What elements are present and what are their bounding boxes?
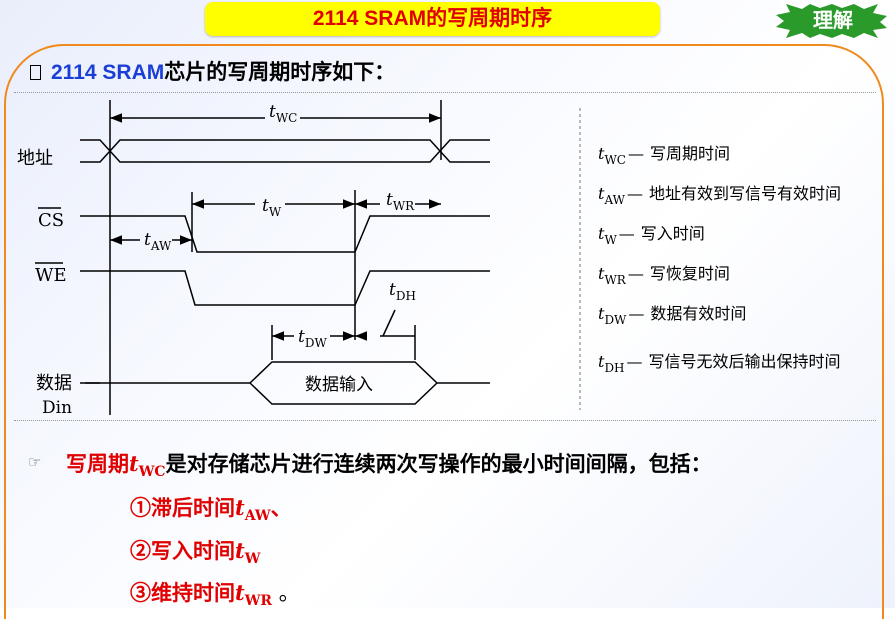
label-tdh: tDH [389, 280, 416, 303]
legend-row: tWR — 写恢复时间 [598, 260, 730, 287]
summary-subscript: WC [138, 464, 166, 480]
summary-line: 写周期tWC是对存储芯片进行连续两次写操作的最小时间间隔，包括： [66, 448, 712, 480]
we-waveform [80, 270, 490, 306]
legend-dash: — [627, 144, 644, 163]
data-upper [80, 361, 490, 384]
label-address: 地址 [17, 148, 53, 169]
legend-subscript: DW [604, 313, 627, 327]
label-data: 数据 [36, 373, 72, 394]
label-twc: tWC [269, 102, 297, 125]
summary-item-3: ③维持时间tWR 。 [130, 577, 300, 609]
label-twr: tWR [386, 190, 415, 213]
label-tw: tW [262, 196, 282, 219]
legend-subscript: DH [604, 361, 625, 375]
legend-row: tDW — 数据有效时间 [598, 300, 746, 327]
item-2-text: ②写入时间 [130, 538, 235, 563]
legend-description: 数据有效时间 [650, 304, 747, 323]
legend-description: 写恢复时间 [649, 264, 730, 283]
legend-dash: — [628, 304, 645, 323]
legend-subscript: WR [604, 273, 626, 287]
item-2-symbol: t [235, 538, 245, 563]
item-3-text: ③维持时间 [130, 580, 235, 605]
legend-dash: — [626, 184, 643, 203]
address-lower [80, 139, 490, 163]
item-3-symbol: t [235, 580, 245, 605]
label-din: Din [42, 398, 72, 418]
item-1-symbol: t [235, 495, 245, 520]
summary-item-2: ②写入时间tW [130, 535, 260, 567]
item-1-subscript: AW [244, 508, 271, 524]
item-1-suffix: 、 [270, 495, 292, 520]
legend-row: tDH — 写信号无效后输出保持时间 [598, 348, 841, 375]
legend-subscript: W [604, 233, 617, 247]
legend-dash: — [618, 224, 635, 243]
legend-row: tWC — 写周期时间 [598, 140, 730, 167]
legend-dash: — [627, 264, 644, 283]
legend-description: 写入时间 [640, 224, 705, 243]
summary-rest: 是对存储芯片进行连续两次写操作的最小时间间隔，包括： [165, 451, 712, 476]
pointing-hand-icon: ☞ [28, 453, 42, 471]
item-3-subscript: WR [244, 593, 273, 609]
legend-description: 写周期时间 [649, 144, 730, 163]
legend-row: tAW — 地址有效到写信号有效时间 [598, 180, 841, 207]
label-taw: tAW [144, 230, 172, 253]
tdh-leader [382, 309, 396, 337]
label-we: WE [35, 265, 67, 286]
summary-symbol: t [129, 451, 139, 476]
legend-description: 地址有效到写信号有效时间 [648, 184, 841, 203]
summary-item-1: ①滞后时间tAW、 [130, 492, 292, 524]
address-upper [80, 139, 490, 163]
item-2-subscript: W [244, 551, 261, 567]
item-3-suffix: 。 [272, 581, 300, 605]
legend-subscript: WC [604, 153, 626, 167]
legend-row: tW — 写入时间 [598, 220, 705, 247]
item-1-text: ①滞后时间 [130, 495, 235, 520]
label-tdw: tDW [298, 327, 327, 350]
legend-dash: — [626, 352, 643, 371]
legend-description: 写信号无效后输出保持时间 [648, 352, 841, 371]
data-input-label: 数据输入 [305, 375, 373, 395]
summary-lead: 写周期 [66, 451, 129, 476]
cs-waveform [80, 215, 490, 253]
legend-subscript: AW [604, 193, 625, 207]
label-cs: CS [38, 210, 64, 231]
